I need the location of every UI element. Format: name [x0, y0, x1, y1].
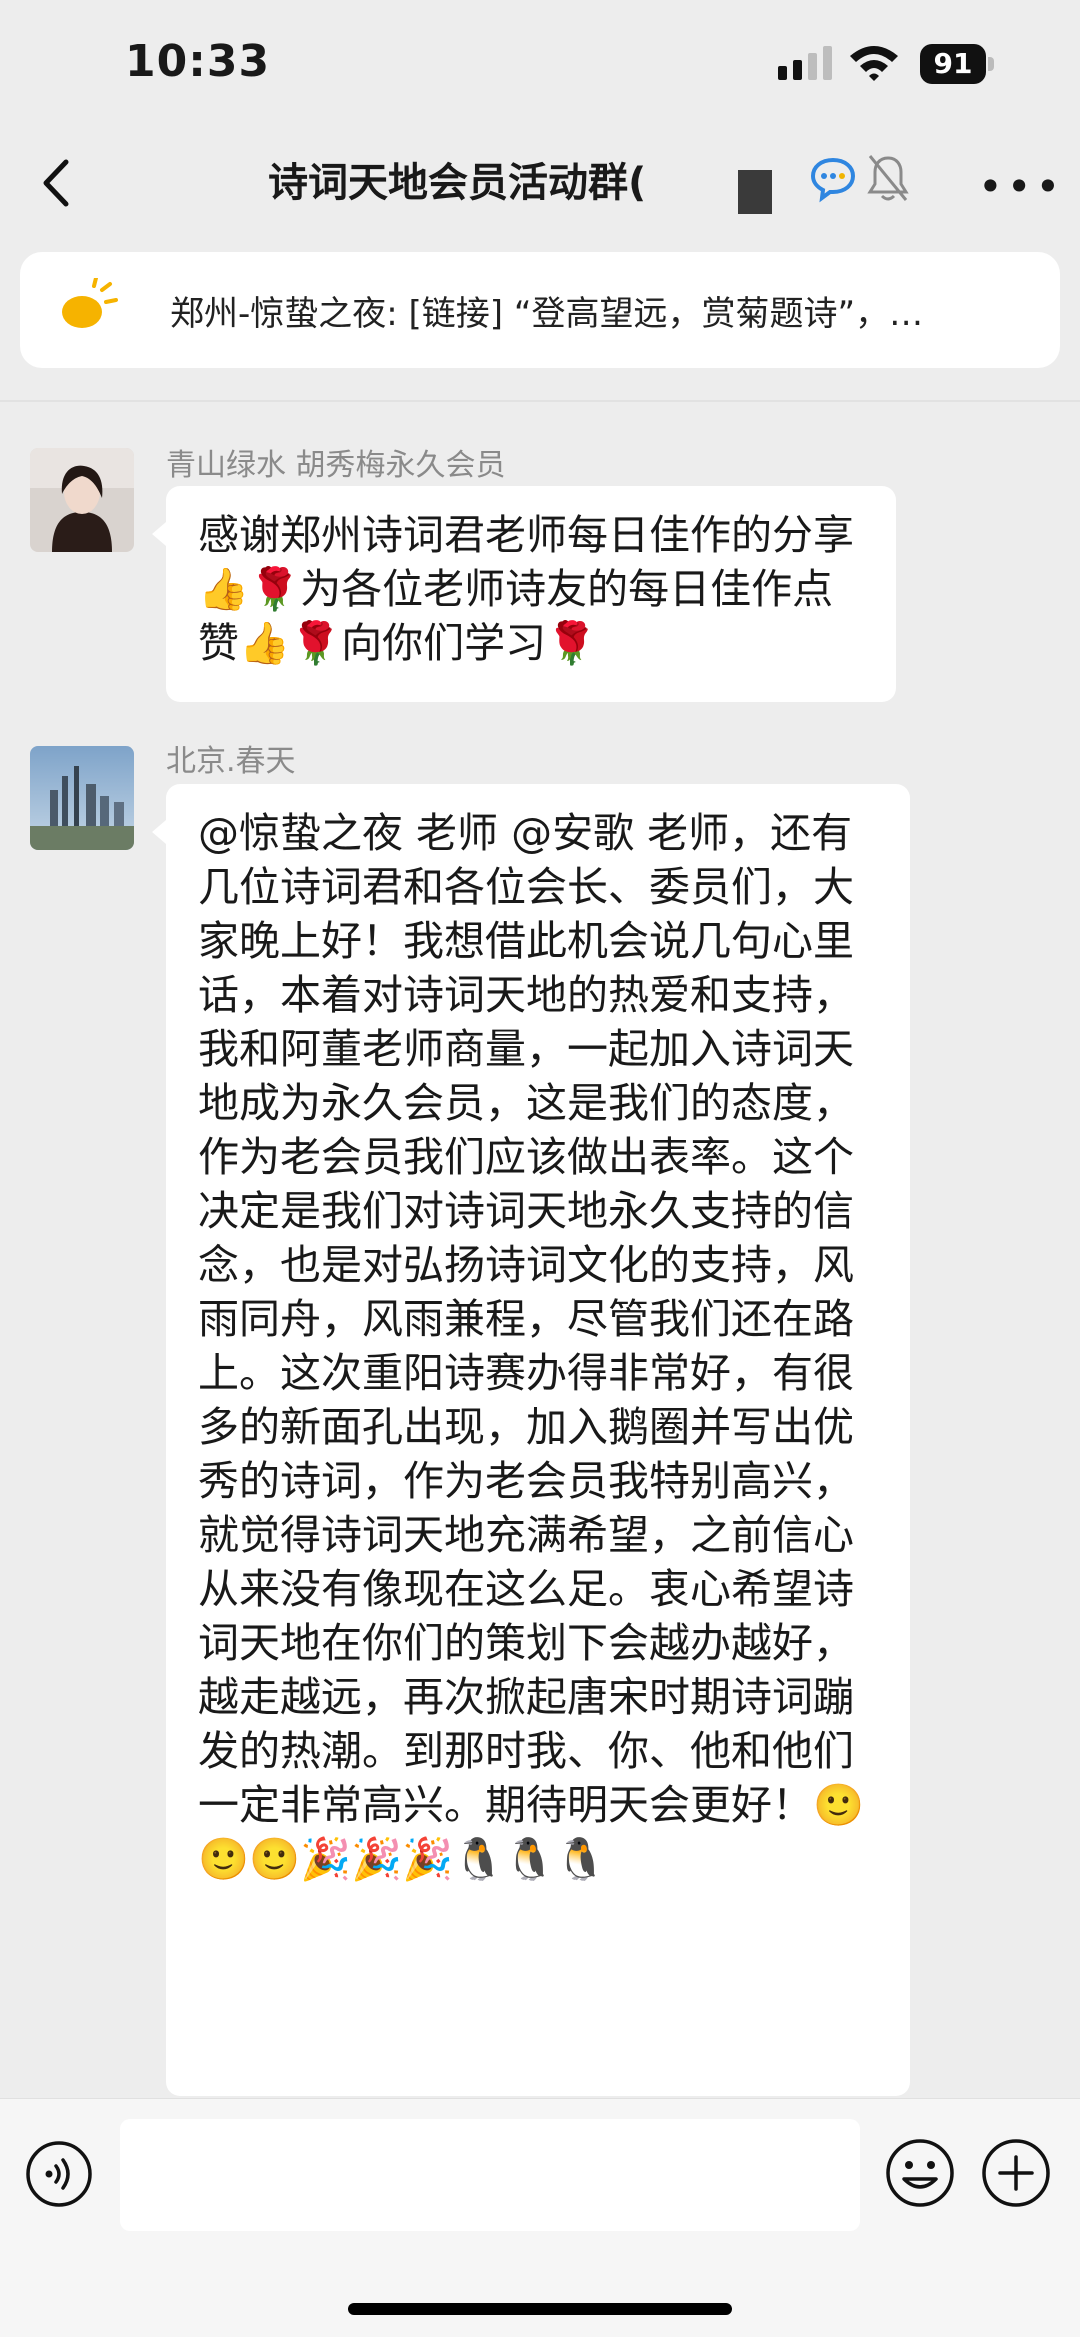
avatar-skyline-image [30, 746, 134, 850]
battery-level: 91 [920, 44, 986, 84]
back-icon[interactable] [30, 148, 90, 218]
input-bar [0, 2098, 1080, 2337]
sender-name: 北京.春天 [166, 744, 296, 779]
wifi-icon [850, 46, 898, 81]
notice-text: 郑州-惊蛰之夜: [链接] “登高望远，赏菊题诗”，… [170, 294, 924, 334]
message-bubble[interactable]: 感谢郑州诗词君老师每日佳作的分享👍🌹为各位老师诗友的每日佳作点赞👍🌹向你们学习🌹 [152, 486, 896, 702]
message-bubble[interactable]: @惊蛰之夜 老师 @安歌 老师，还有几位诗词君和各位会长、委员们，大家晚上好！我… [152, 784, 910, 2096]
message-input[interactable] [120, 2119, 860, 2231]
more-icon[interactable]: ••• [978, 162, 1060, 211]
cellular-signal-icon [778, 46, 832, 80]
group-notice-bar[interactable]: 郑州-惊蛰之夜: [链接] “登高望远，赏菊题诗”，… [20, 252, 1060, 368]
chat-title: 诗词天地会员活动群( [268, 160, 647, 206]
home-indicator [348, 2303, 732, 2315]
avatar-woman-image [30, 448, 134, 552]
status-time: 10:33 [125, 36, 271, 87]
plus-icon[interactable] [980, 2137, 1052, 2209]
sender-name: 青山绿水 胡秀梅永久会员 [166, 448, 506, 483]
chat-bubble-icon[interactable] [808, 154, 858, 204]
divider [0, 400, 1080, 402]
nav-bar: 诗词天地会员活动群( ••• [0, 130, 1080, 240]
emoji-icon[interactable] [884, 2137, 956, 2209]
status-bar: 10:33 91 [0, 0, 1080, 130]
mute-bell-icon [867, 155, 909, 201]
avatar[interactable] [30, 746, 134, 850]
avatar[interactable] [30, 448, 134, 552]
megaphone-icon [62, 278, 118, 328]
redacted-mask [738, 170, 772, 214]
battery-icon: 91 [920, 44, 996, 84]
voice-icon[interactable] [24, 2139, 94, 2209]
